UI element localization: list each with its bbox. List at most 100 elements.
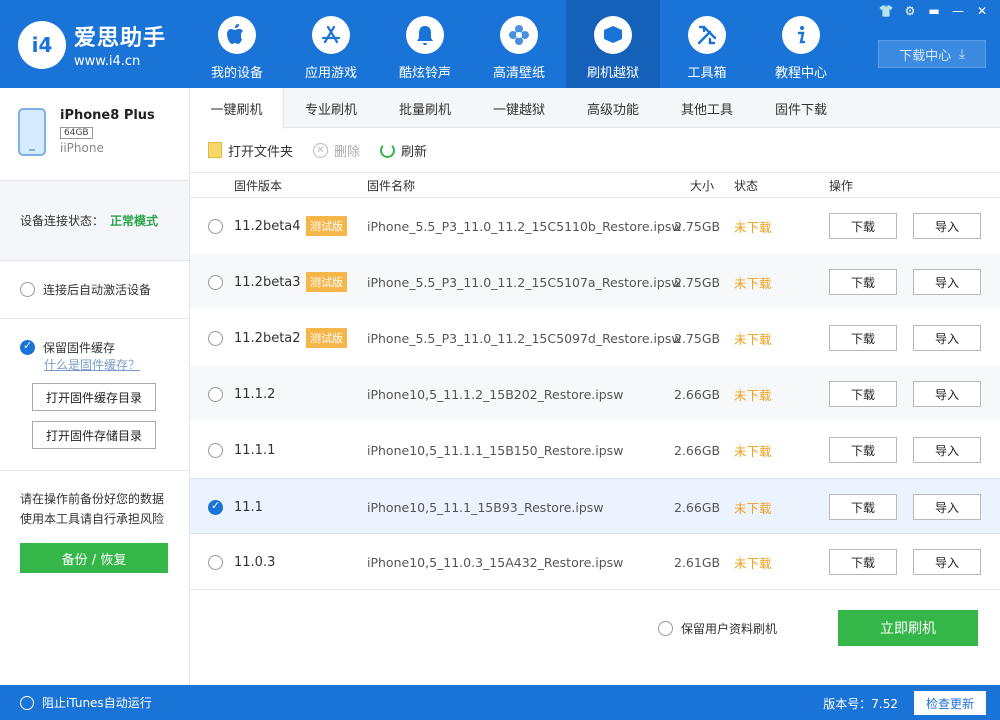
download-state: 未下载	[734, 555, 772, 571]
menu-icon[interactable]: ▬	[924, 2, 944, 20]
table-header: 固件版本 固件名称 大小 状态 操作	[190, 172, 1000, 198]
import-button[interactable]: 导入	[913, 325, 981, 351]
info-icon	[782, 16, 820, 54]
nav-tutorials[interactable]: 教程中心	[754, 0, 848, 88]
download-button[interactable]: 下载	[829, 381, 897, 407]
import-button[interactable]: 导入	[913, 494, 981, 520]
block-itunes-label: 阻止iTunes自动运行	[42, 696, 152, 710]
block-itunes-radio[interactable]	[20, 695, 34, 710]
auto-activate-option[interactable]: 连接后自动激活设备	[0, 261, 189, 319]
nav-label: 应用游戏	[304, 66, 357, 81]
row-select-radio[interactable]	[208, 554, 223, 570]
flash-now-button[interactable]: 立即刷机	[838, 610, 978, 646]
backup-tip-line: 请在操作前备份好您的数据	[20, 492, 165, 506]
download-state: 未下载	[734, 387, 772, 403]
table-row[interactable]: 11.1.2 iPhone10,5_11.1.2_15B202_Restore.i…	[190, 366, 1000, 422]
app-store-icon	[312, 16, 350, 54]
table-row[interactable]: 11.2beta3 测试版 iPhone_5.5_P3_11.0_11.2_15C5…	[190, 254, 1000, 310]
row-select-radio[interactable]	[208, 442, 223, 458]
tab-advanced[interactable]: 高级功能	[566, 88, 660, 128]
keep-user-data-option[interactable]: 保留用户资料刷机	[658, 620, 777, 637]
open-cache-dir-button[interactable]: 打开固件缓存目录	[32, 383, 156, 411]
block-itunes-option[interactable]: 阻止iTunes自动运行	[20, 694, 152, 711]
close-icon[interactable]: ✕	[972, 2, 992, 20]
nav-label: 酷炫铃声	[398, 66, 451, 81]
tab-other-tools[interactable]: 其他工具	[660, 88, 754, 128]
download-state: 未下载	[734, 275, 772, 291]
firmware-version: 11.2beta3	[234, 274, 301, 290]
download-button[interactable]: 下载	[829, 325, 897, 351]
row-select-radio[interactable]	[208, 274, 223, 290]
settings-icon[interactable]: ⚙	[900, 2, 920, 20]
firmware-version: 11.1.1	[234, 442, 276, 458]
open-folder-button[interactable]: 打开文件夹	[208, 141, 293, 160]
tab-firmware-download[interactable]: 固件下载	[754, 88, 848, 128]
col-size: 大小	[690, 178, 715, 193]
nav-ringtones[interactable]: 酷炫铃声	[378, 0, 472, 88]
delete-icon: ✕	[313, 142, 329, 158]
delete-button[interactable]: ✕ 删除	[313, 141, 360, 160]
row-select-radio[interactable]	[208, 218, 223, 234]
keep-user-data-radio[interactable]	[658, 621, 673, 636]
open-folder-label: 打开文件夹	[228, 144, 294, 160]
table-row[interactable]: 11.1.1 iPhone10,5_11.1.1_15B150_Restore.i…	[190, 422, 1000, 478]
nav-my-device[interactable]: 我的设备	[190, 0, 284, 88]
import-button[interactable]: 导入	[913, 269, 981, 295]
firmware-size: 2.66GB	[674, 386, 721, 402]
what-is-cache-link[interactable]: 什么是固件缓存？	[44, 356, 189, 373]
auto-activate-radio[interactable]	[20, 282, 35, 297]
tab-one-click-flash[interactable]: 一键刷机	[190, 88, 284, 129]
auto-activate-label: 连接后自动激活设备	[43, 283, 152, 297]
device-type: iiPhone	[60, 141, 104, 155]
nav-wallpapers[interactable]: 高清壁纸	[472, 0, 566, 88]
download-button[interactable]: 下载	[829, 437, 897, 463]
table-row[interactable]: 11.2beta4 测试版 iPhone_5.5_P3_11.0_11.2_15C5…	[190, 198, 1000, 254]
backup-tip-line: 使用本工具请自行承担风险	[20, 512, 165, 526]
nav-toolbox[interactable]: 工具箱	[660, 0, 754, 88]
check-update-button[interactable]: 检查更新	[914, 691, 986, 715]
table-row[interactable]: 11.2beta2 测试版 iPhone_5.5_P3_11.0_11.2_15C5…	[190, 310, 1000, 366]
table-row[interactable]: 11.0.3 iPhone10,5_11.0.3_15A432_Restore.i…	[190, 534, 1000, 590]
firmware-cache-section: 保留固件缓存 什么是固件缓存？ 打开固件缓存目录 打开固件存储目录	[0, 319, 189, 471]
firmware-version: 11.2beta4	[234, 218, 301, 234]
download-button[interactable]: 下载	[829, 269, 897, 295]
beta-badge: 测试版	[306, 328, 347, 348]
import-button[interactable]: 导入	[913, 213, 981, 239]
keep-cache-checkbox[interactable]	[20, 339, 35, 355]
keep-user-data-label: 保留用户资料刷机	[681, 622, 778, 636]
skin-icon[interactable]: 👕	[876, 2, 896, 20]
flash-footer: 保留用户资料刷机 立即刷机	[190, 589, 1000, 685]
download-button[interactable]: 下载	[829, 494, 897, 520]
backup-restore-button[interactable]: 备份 / 恢复	[20, 543, 168, 573]
table-row[interactable]: 11.1 iPhone10,5_11.1_15B93_Restore.ipsw 2.…	[190, 478, 1000, 534]
nav-label: 高清壁纸	[492, 66, 545, 81]
refresh-button[interactable]: 刷新	[380, 141, 427, 160]
row-select-radio[interactable]	[208, 499, 223, 515]
firmware-table: 11.2beta4 测试版 iPhone_5.5_P3_11.0_11.2_15C5…	[190, 198, 1000, 590]
download-state: 未下载	[734, 500, 772, 516]
main-panel: 一键刷机 专业刷机 批量刷机 一键越狱 高级功能 其他工具 固件下载 打开文件夹…	[190, 88, 1000, 685]
download-button[interactable]: 下载	[829, 549, 897, 575]
nav-apps-games[interactable]: 应用游戏	[284, 0, 378, 88]
import-button[interactable]: 导入	[913, 381, 981, 407]
open-storage-dir-button[interactable]: 打开固件存储目录	[32, 421, 156, 449]
download-center-button[interactable]: 下载中心 ⤓	[878, 40, 986, 68]
connection-label: 设备连接状态：	[20, 214, 105, 228]
tab-one-click-jailbreak[interactable]: 一键越狱	[472, 88, 566, 128]
sidebar: iPhone8 Plus 64GB iiPhone 设备连接状态： 正常模式 连…	[0, 88, 190, 685]
import-button[interactable]: 导入	[913, 437, 981, 463]
minimize-icon[interactable]: —	[948, 2, 968, 20]
firmware-name: iPhone_5.5_P3_11.0_11.2_15C5107a_Restore…	[367, 274, 682, 290]
import-button[interactable]: 导入	[913, 549, 981, 575]
nav-label: 工具箱	[687, 66, 727, 81]
tab-pro-flash[interactable]: 专业刷机	[284, 88, 378, 128]
connection-status: 设备连接状态： 正常模式	[0, 181, 189, 261]
firmware-size: 2.66GB	[674, 499, 721, 515]
nav-flash-jailbreak[interactable]: 刷机越狱	[566, 0, 660, 88]
download-button[interactable]: 下载	[829, 213, 897, 239]
keep-cache-option[interactable]: 保留固件缓存	[20, 339, 189, 356]
row-select-radio[interactable]	[208, 386, 223, 402]
firmware-name: iPhone10,5_11.0.3_15A432_Restore.ipsw	[367, 554, 624, 570]
tab-batch-flash[interactable]: 批量刷机	[378, 88, 472, 128]
row-select-radio[interactable]	[208, 330, 223, 346]
